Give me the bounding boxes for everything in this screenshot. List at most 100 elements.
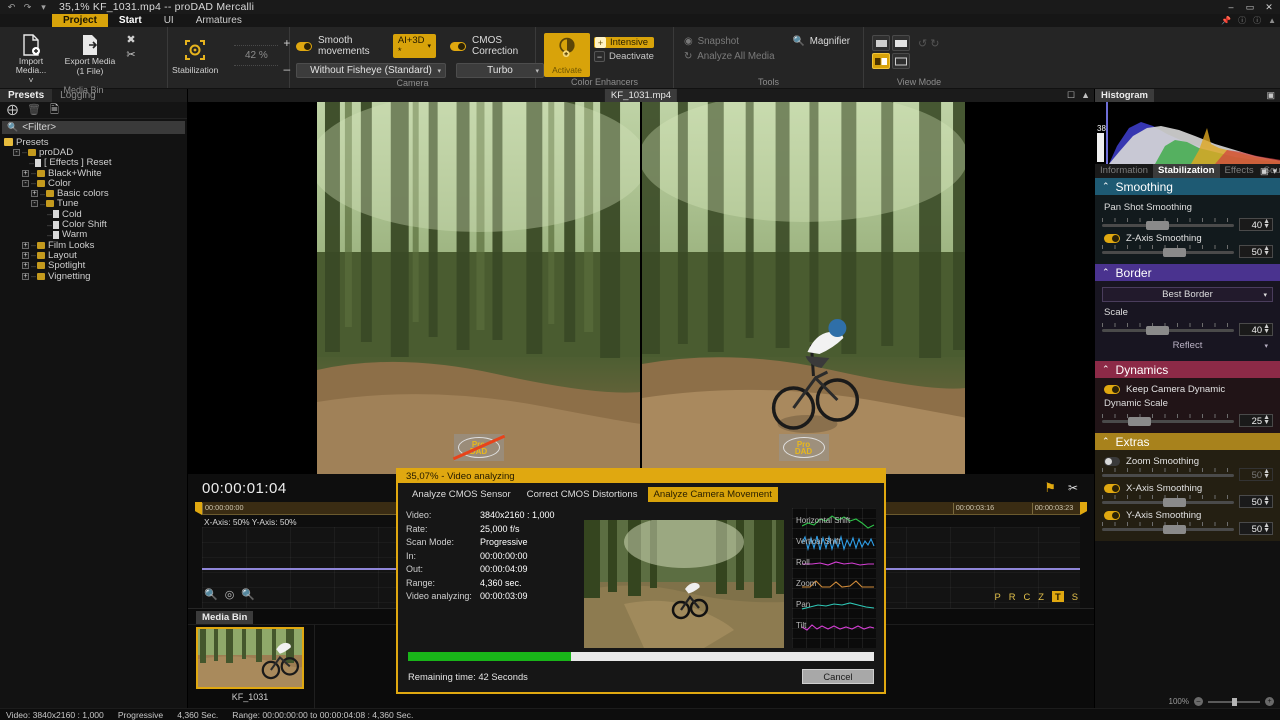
fisheye-combo[interactable]: Without Fisheye (Standard) ▾ [296,63,446,78]
export-media-button[interactable]: Export Media (1 File) [63,31,117,76]
spinner-arrows-icon[interactable]: ▲ ▼ [1263,414,1270,426]
dialog-tab-analyze-cmos-sensor[interactable]: Analyze CMOS Sensor [406,487,517,502]
panel-icon[interactable]: ▣ [1266,90,1275,101]
tree-item[interactable]: – Color Shift [4,219,187,230]
collapse-caret-icon[interactable]: ⌃ [1102,267,1110,278]
slider-thumb[interactable] [1145,326,1169,335]
stabilization-percent-field[interactable]: 42 % [234,33,279,77]
combo-best-border[interactable]: Best Border ▾ [1102,287,1273,302]
slider-track[interactable] [1102,474,1234,477]
maximize-icon[interactable]: ☐ [1067,90,1075,101]
toggle-x-axis-smoothing[interactable]: X-Axis Smoothing [1102,481,1273,494]
toggle-keep-camera-dynamic[interactable]: Keep Camera Dynamic [1102,382,1273,395]
intensive-option[interactable]: + Intensive [594,37,654,48]
expander-icon[interactable]: + [22,169,29,177]
tree-item[interactable]: – Cold [4,209,187,220]
zoom-out-button[interactable]: – [1194,697,1203,706]
slider[interactable] [1102,217,1234,231]
toggle-switch[interactable] [1104,457,1120,466]
tree-item[interactable]: + – Film Looks [4,240,187,251]
help-icon[interactable]: ⓘ [1238,15,1246,26]
spinner-arrows-icon[interactable]: ▲ ▼ [1263,323,1270,335]
chevron-down-icon[interactable]: ▾ [428,42,432,50]
slider-value-field[interactable]: 50 ▲ ▼ [1239,244,1273,258]
section-header-extras[interactable]: ⌃ Extras [1095,433,1280,450]
timeline-flag-r[interactable]: R [1009,591,1016,602]
timeline-zoom-controls[interactable]: 🔍 ◎ 🔍 [204,588,255,601]
close-button[interactable]: ✕ [1260,0,1278,14]
smooth-movements-toggle[interactable]: Smooth movements [296,35,383,57]
remove-icon[interactable]: ✖ [126,35,135,46]
section-header-dynamics[interactable]: ⌃ Dynamics [1095,361,1280,378]
collapse-caret-icon[interactable]: ⌃ [1102,181,1110,192]
properties-tab-icons[interactable]: ▣ ▾ [1260,166,1277,177]
menu-item-armatures[interactable]: Armatures [185,14,253,27]
slider-thumb[interactable] [1162,525,1186,534]
collapse-caret-icon[interactable]: ⌃ [1102,436,1110,447]
cancel-button[interactable]: Cancel [802,669,874,685]
activate-color-enhancer-button[interactable]: Activate [544,33,590,77]
dialog-tab-analyze-camera-movement[interactable]: Analyze Camera Movement [647,487,778,503]
slider-row[interactable]: 50 ▲ ▼ [1102,494,1273,508]
expander-icon[interactable]: + [22,272,29,280]
new-preset-icon[interactable]: 🗎 [50,104,59,116]
slider-value-field[interactable]: 50 ▲ ▼ [1239,494,1273,508]
spinner-arrows-icon[interactable]: ▲ ▼ [1263,522,1270,534]
info-icon[interactable]: ⓘ [1253,15,1261,26]
single-view-icon[interactable] [872,35,890,51]
expander-icon[interactable]: + [22,262,29,270]
video-preview[interactable]: Pro DAD Pro DAD [188,102,1094,474]
slider-thumb[interactable] [1128,417,1152,426]
preset-filter-input[interactable]: 🔍 <Filter> [2,121,185,134]
toggle-switch[interactable] [450,41,467,51]
timeline-flag-t[interactable]: T [1052,591,1064,602]
expander-icon[interactable]: - [31,200,38,208]
combo-reflect[interactable]: Reflect ▾ [1102,338,1273,353]
slider-value-field[interactable]: 25 ▲ ▼ [1239,413,1273,427]
media-thumbnail[interactable] [196,627,304,689]
marker-icon[interactable]: ⚑ [1044,480,1056,496]
slider-value-field[interactable]: 40 ▲ ▼ [1239,322,1273,336]
toggle-switch[interactable] [296,41,312,51]
split-view-icon[interactable] [872,53,890,69]
maximize-button[interactable]: ▭ [1241,0,1259,14]
slider-row[interactable]: 40 ▲ ▼ [1102,217,1273,231]
tree-root[interactable]: Presets [4,137,187,148]
menubar-help-icons[interactable]: 📌 ⓘ ⓘ ▲ [1221,14,1276,27]
add-preset-icon[interactable]: ⨁ [7,104,18,116]
zoom-in-icon[interactable]: 🔍 [204,588,218,601]
tree-item[interactable]: –[ Effects ] Reset [4,157,187,168]
slider[interactable] [1102,494,1234,508]
slider-row[interactable]: 25 ▲ ▼ [1102,413,1273,427]
toggle-switch[interactable] [1104,234,1120,243]
tree-item[interactable]: + – Spotlight [4,260,187,271]
collapse-icon[interactable]: ▲ [1268,16,1276,25]
zoom-slider[interactable] [1208,697,1260,706]
timeline-flag-c[interactable]: C [1023,591,1030,602]
compare-view-icon[interactable] [892,53,910,69]
tree-item[interactable]: + – Basic colors [4,188,187,199]
toggle-switch[interactable] [1104,511,1120,520]
tree-item[interactable]: - – Tune [4,198,187,209]
timeline-flag-s[interactable]: S [1072,591,1078,602]
toggle-switch[interactable] [1104,385,1120,394]
tree-item[interactable]: + – Vignetting [4,271,187,282]
import-media-button[interactable]: Import Media... ˅ [4,31,58,85]
menu-item-start[interactable]: Start [108,14,153,27]
redo-icon[interactable]: ↷ [22,2,33,12]
zoom-fit-icon[interactable]: ◎ [225,588,235,601]
video-analyzing-dialog[interactable]: 35,07% - Video analyzing Analyze CMOS Se… [396,468,886,694]
expander-icon[interactable]: + [31,190,38,198]
spinner-arrows-icon[interactable]: ▲ ▼ [1263,218,1270,230]
expander-icon[interactable]: + [22,251,29,259]
preview-stabilized[interactable]: Pro DAD [642,102,965,474]
cut-icon[interactable]: ✂ [126,50,135,61]
dialog-tabs[interactable]: Analyze CMOS Sensor Correct CMOS Distorti… [398,483,884,503]
delete-preset-icon[interactable]: 🗑 [27,104,41,116]
timeline-flags[interactable]: PRCZTS [994,591,1078,602]
deactivate-option[interactable]: − Deactivate [594,51,654,62]
presets-tree[interactable]: Presets - – proDAD –[ Effects ] Reset + – Black… [0,134,187,708]
section-header-smoothing[interactable]: ⌃ Smoothing [1095,178,1280,195]
timeline-flag-z[interactable]: Z [1038,591,1044,602]
slider-value-field[interactable]: 40 ▲ ▼ [1239,217,1273,231]
